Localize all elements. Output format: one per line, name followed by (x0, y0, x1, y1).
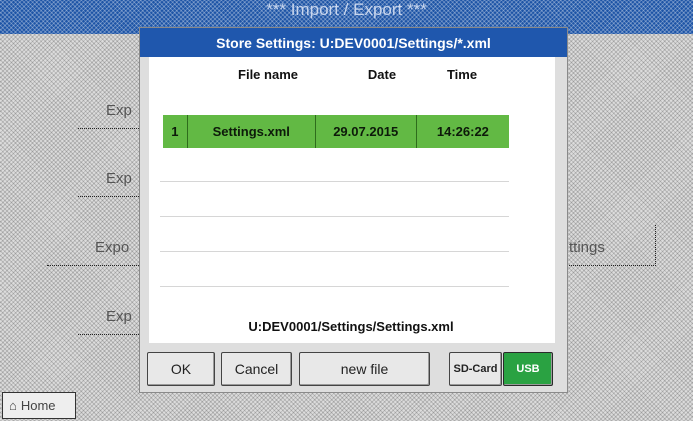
empty-row-separator (160, 181, 509, 182)
background-title: *** Import / Export *** (266, 0, 427, 19)
file-path-text: U:DEV0001/Settings/Settings.xml (248, 319, 454, 334)
sd-card-button[interactable]: SD-Card (449, 352, 502, 386)
store-settings-dialog: Store Settings: U:DEV0001/Settings/*.xml… (139, 27, 568, 393)
home-label: Home (20, 398, 56, 413)
background-export-button-1[interactable]: Exp (78, 88, 141, 129)
column-header-time: Time (446, 67, 478, 82)
dialog-title: Store Settings: U:DEV0001/Settings/*.xml (216, 34, 491, 51)
background-export-button-4[interactable]: Exp (78, 294, 141, 335)
background-export-button-2[interactable]: Exp (78, 156, 141, 197)
dialog-title-bar: Store Settings: U:DEV0001/Settings/*.xml (140, 28, 567, 57)
background-export-button-3[interactable]: Expo (47, 225, 141, 266)
background-settings-button[interactable]: ttings (567, 225, 656, 266)
row-index: 1 (163, 115, 188, 148)
file-list-panel: File name Date Time 1 Settings.xml 29.07… (149, 57, 555, 343)
row-file-name: Settings.xml (188, 115, 316, 148)
home-button[interactable]: ⌂ Home (2, 392, 76, 419)
empty-row-separator (160, 251, 509, 252)
file-path-field: U:DEV0001/Settings/Settings.xml (159, 313, 543, 340)
row-date: 29.07.2015 (316, 115, 417, 148)
usb-button[interactable]: USB (503, 352, 553, 386)
empty-row-separator (160, 216, 509, 217)
new-file-button[interactable]: new file (299, 352, 430, 386)
column-header-file-name: File name (238, 67, 298, 82)
row-time: 14:26:22 (436, 124, 489, 139)
empty-row-separator (160, 286, 509, 287)
home-icon: ⌂ (9, 398, 17, 413)
ok-button[interactable]: OK (147, 352, 215, 386)
cancel-button[interactable]: Cancel (221, 352, 292, 386)
file-row-selected[interactable]: 1 Settings.xml 29.07.2015 14:26:22 (163, 115, 509, 148)
